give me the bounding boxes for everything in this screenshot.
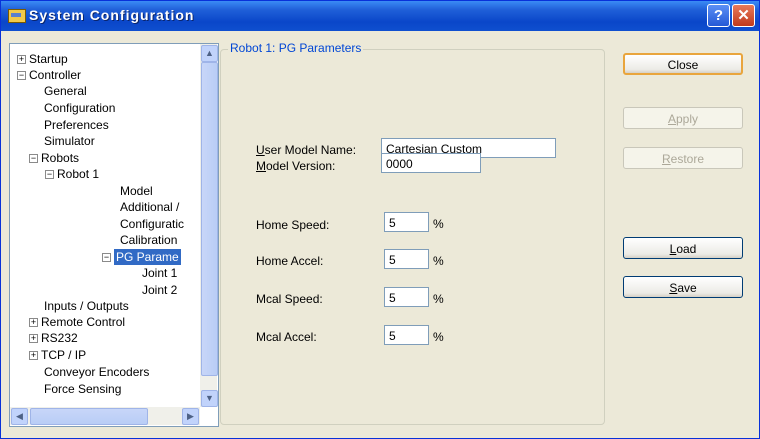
home-speed-field[interactable]: 5	[384, 212, 429, 232]
window-title: System Configuration	[29, 7, 195, 23]
close-icon: ✕	[737, 7, 750, 24]
scroll-up-icon[interactable]: ▲	[201, 45, 218, 62]
home-accel-field[interactable]: 5	[384, 249, 429, 269]
settings-tree[interactable]: + Startup − Controller General Configura…	[9, 43, 219, 427]
scroll-down-icon[interactable]: ▼	[201, 390, 218, 407]
tree-item-general[interactable]: General	[44, 83, 87, 99]
home-accel-label: Home Accel:	[256, 254, 324, 268]
close-button[interactable]: Close	[623, 53, 743, 75]
help-icon: ?	[713, 7, 724, 24]
group-title: Robot 1: PG Parameters	[228, 41, 364, 55]
app-icon	[8, 9, 26, 23]
load-button[interactable]: Load	[623, 237, 743, 259]
pg-parameters-group	[220, 49, 605, 425]
expand-icon[interactable]: +	[17, 55, 26, 64]
tree-horizontal-scrollbar[interactable]: ◀ ▶	[10, 407, 200, 425]
collapse-icon[interactable]: −	[17, 71, 26, 80]
tree-item-model[interactable]: Model	[120, 183, 153, 199]
help-button[interactable]: ?	[707, 4, 730, 27]
tree-item-configuration-robot[interactable]: Configuratic	[120, 216, 184, 232]
apply-button[interactable]: Apply	[623, 107, 743, 129]
tree-item-calibration[interactable]: Calibration	[120, 232, 177, 248]
expand-icon[interactable]: +	[29, 334, 38, 343]
system-configuration-window: System Configuration ? ✕ + Startup − Con…	[0, 0, 760, 439]
expand-icon[interactable]: +	[29, 351, 38, 360]
scroll-left-icon[interactable]: ◀	[11, 408, 28, 425]
tree-item-conveyor-encoders[interactable]: Conveyor Encoders	[44, 364, 149, 380]
vertical-scroll-thumb[interactable]	[201, 62, 218, 376]
tree-item-joint-1[interactable]: Joint 1	[142, 265, 177, 281]
collapse-icon[interactable]: −	[102, 253, 111, 262]
model-version-label-row: Model Version:	[256, 159, 336, 173]
tree-item-joint-2[interactable]: Joint 2	[142, 282, 177, 298]
user-model-name-label: User Model Name:	[256, 143, 357, 157]
tree-item-additional[interactable]: Additional /	[120, 199, 179, 215]
mcal-accel-label: Mcal Accel:	[256, 330, 317, 344]
tree-vertical-scrollbar[interactable]: ▲ ▼	[200, 44, 218, 407]
mcal-accel-field[interactable]: 5	[384, 325, 429, 345]
home-speed-label: Home Speed:	[256, 218, 330, 232]
tree-item-inputs-outputs[interactable]: Inputs / Outputs	[44, 298, 129, 314]
mcal-accel-unit: %	[433, 330, 444, 344]
mcal-speed-label: Mcal Speed:	[256, 292, 323, 306]
mcal-speed-field[interactable]: 5	[384, 287, 429, 307]
restore-button[interactable]: Restore	[623, 147, 743, 169]
home-accel-unit: %	[433, 254, 444, 268]
close-window-button[interactable]: ✕	[732, 4, 755, 27]
model-version-field[interactable]: 0000	[381, 153, 481, 173]
home-speed-unit: %	[433, 217, 444, 231]
title-bar[interactable]: System Configuration ? ✕	[1, 1, 759, 31]
horizontal-scroll-thumb[interactable]	[30, 408, 148, 425]
tree-item-simulator[interactable]: Simulator	[44, 133, 95, 149]
tree-item-configuration[interactable]: Configuration	[44, 100, 115, 116]
tree-item-force-sensing[interactable]: Force Sensing	[44, 381, 121, 397]
collapse-icon[interactable]: −	[29, 154, 38, 163]
expand-icon[interactable]: +	[29, 318, 38, 327]
scroll-right-icon[interactable]: ▶	[182, 408, 199, 425]
mcal-speed-unit: %	[433, 292, 444, 306]
tree-item-preferences[interactable]: Preferences	[44, 117, 109, 133]
save-button[interactable]: Save	[623, 276, 743, 298]
collapse-icon[interactable]: −	[45, 170, 54, 179]
